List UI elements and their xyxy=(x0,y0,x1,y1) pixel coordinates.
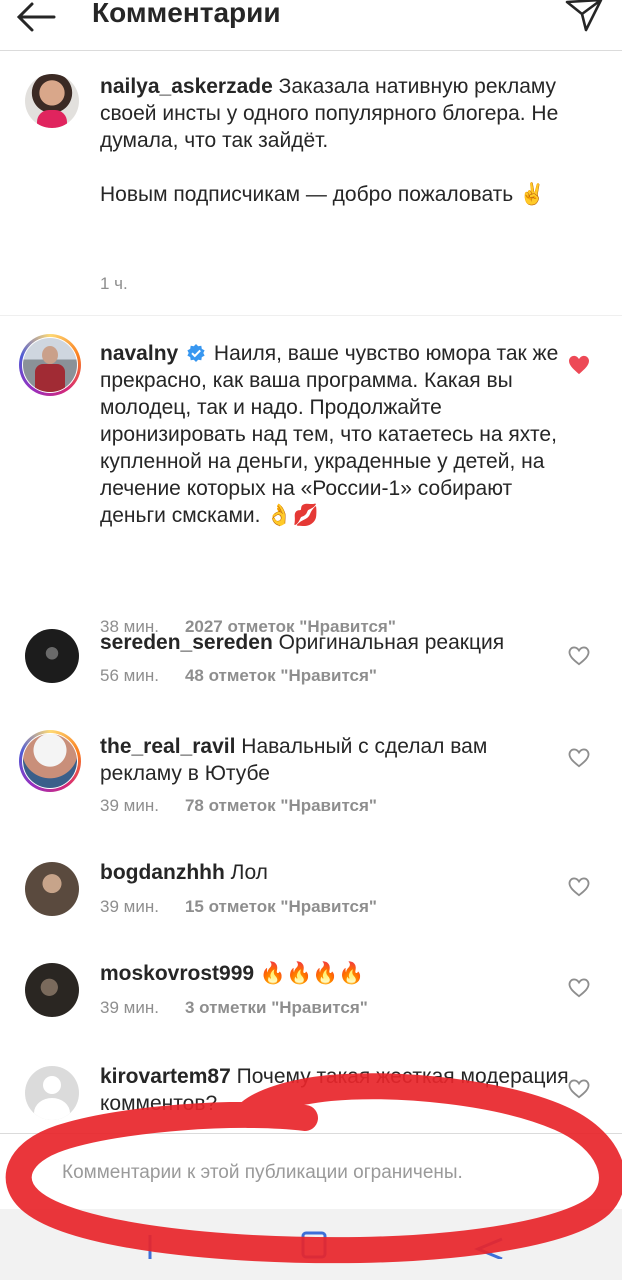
divider xyxy=(0,315,622,316)
avatar xyxy=(23,734,77,788)
like-count[interactable]: 15 отметок "Нравится" xyxy=(185,897,377,916)
avatar[interactable] xyxy=(25,862,79,916)
comment-meta: 39 мин. 15 отметок "Нравится" xyxy=(100,897,377,917)
comment-username[interactable]: kirovartem87 xyxy=(100,1065,231,1088)
heart-icon[interactable] xyxy=(568,748,590,768)
avatar[interactable] xyxy=(25,629,79,683)
comment-body: Наиля, ваше чувство юмора так же прекрас… xyxy=(100,342,559,527)
avatar xyxy=(23,338,77,392)
comment-text: sereden_sereden Оригинальная реакция xyxy=(100,629,570,656)
comment-text: navalny Наиля, ваше чувство юмора так же… xyxy=(100,340,570,529)
header-bar: Комментарии xyxy=(0,0,622,51)
comment-time: 56 мин. xyxy=(100,666,159,685)
caption-text: nailya_askerzade Заказала нативную рекла… xyxy=(100,73,570,208)
comment-text: moskovrost999 🔥🔥🔥🔥 xyxy=(100,960,570,987)
comment-time: 39 мин. xyxy=(100,897,159,916)
comment-username[interactable]: navalny xyxy=(100,342,178,365)
heart-icon[interactable] xyxy=(568,877,590,897)
comment-text: the_real_ravil Навальный с сделал вам ре… xyxy=(100,733,570,787)
story-ring[interactable] xyxy=(19,334,81,396)
nav-recent-icon[interactable] xyxy=(130,1219,170,1259)
heart-icon[interactable] xyxy=(568,646,590,666)
comment-body: Оригинальная реакция xyxy=(278,631,505,654)
like-count[interactable]: 48 отметок "Нравится" xyxy=(185,666,377,685)
comment-input-bar: Комментарии к этой публикации ограничены… xyxy=(0,1133,622,1210)
heart-icon[interactable] xyxy=(568,355,590,375)
caption-username[interactable]: nailya_askerzade xyxy=(100,75,273,98)
comment-meta: 56 мин. 48 отметок "Нравится" xyxy=(100,666,377,686)
heart-icon[interactable] xyxy=(568,978,590,998)
like-count[interactable]: 3 отметки "Нравится" xyxy=(185,998,368,1017)
comment-username[interactable]: sereden_sereden xyxy=(100,631,273,654)
comment-body: Лол xyxy=(230,861,268,884)
back-arrow-icon[interactable] xyxy=(14,0,58,34)
comment-text: kirovartem87 Почему такая жесткая модера… xyxy=(100,1063,570,1117)
avatar[interactable] xyxy=(25,74,79,128)
send-icon[interactable] xyxy=(564,0,604,32)
caption-body-2: Новым подписчикам — добро пожаловать ✌️ xyxy=(100,183,546,206)
comment-time: 39 мин. xyxy=(100,796,159,815)
system-nav-bar xyxy=(0,1209,622,1280)
nav-home-icon[interactable] xyxy=(293,1219,333,1259)
comments-feed[interactable]: nailya_askerzade Заказала нативную рекла… xyxy=(0,51,622,1133)
comment-meta: 39 мин. 3 отметки "Нравится" xyxy=(100,998,368,1018)
verified-badge-icon xyxy=(187,344,205,362)
comments-restricted-notice: Комментарии к этой публикации ограничены… xyxy=(62,1162,463,1183)
comment-body: 🔥🔥🔥🔥 xyxy=(259,962,365,985)
avatar[interactable] xyxy=(25,963,79,1017)
page-title: Комментарии xyxy=(92,0,281,28)
comment-text: bogdanzhhh Лол xyxy=(100,859,570,886)
like-count[interactable]: 78 отметок "Нравится" xyxy=(185,796,377,815)
comment-username[interactable]: bogdanzhhh xyxy=(100,861,225,884)
comment-time: 39 мин. xyxy=(100,998,159,1017)
story-ring[interactable] xyxy=(19,730,81,792)
caption-time: 1 ч. xyxy=(100,274,128,293)
heart-icon[interactable] xyxy=(568,1079,590,1099)
comment-username[interactable]: moskovrost999 xyxy=(100,962,254,985)
comment-username[interactable]: the_real_ravil xyxy=(100,735,235,758)
comment-meta: 39 мин. 78 отметок "Нравится" xyxy=(100,796,377,816)
nav-back-icon[interactable] xyxy=(468,1219,508,1259)
avatar[interactable] xyxy=(25,1066,79,1120)
